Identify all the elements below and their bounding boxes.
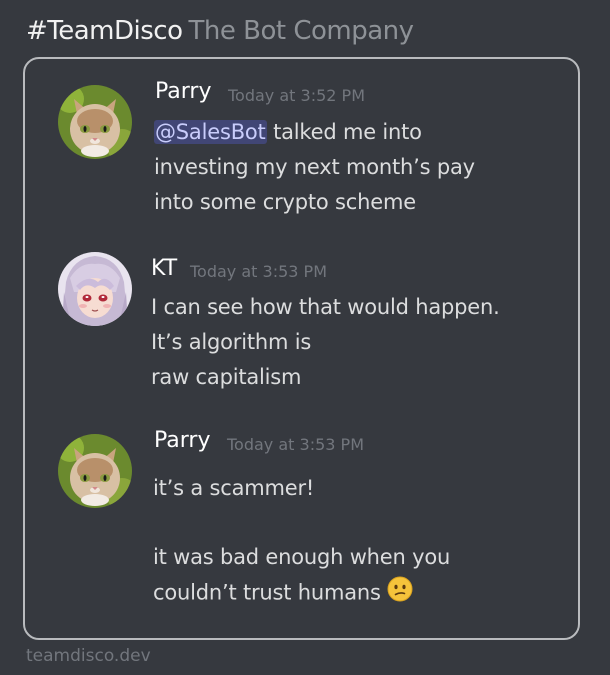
message-line: it was bad enough when you — [153, 545, 451, 569]
author-name[interactable]: KT — [151, 256, 177, 281]
message-text: talked me into — [266, 120, 422, 144]
author-name[interactable]: Parry — [154, 428, 210, 453]
cat-avatar[interactable] — [58, 85, 132, 159]
message-line: investing my next month’s pay — [154, 155, 475, 179]
message-line: it’s a scammer! — [153, 476, 315, 500]
message-line: It’s algorithm is — [151, 330, 312, 354]
cat-avatar[interactable] — [58, 434, 132, 508]
brand-subtitle: The Bot Company — [188, 16, 415, 46]
anime-girl-avatar[interactable] — [58, 252, 132, 326]
brand-header: #TeamDisco The Bot Company — [26, 16, 414, 52]
message-line: @SalesBot talked me into — [154, 120, 422, 144]
author-name[interactable]: Parry — [155, 79, 211, 104]
message-timestamp[interactable]: Today at 3:53 PM — [227, 435, 364, 454]
message-line: couldn’t trust humans — [153, 576, 413, 607]
chat-card: Parry Today at 3:52 PM @SalesBot talked … — [23, 57, 580, 640]
message-line: raw capitalism — [151, 365, 302, 389]
message-timestamp[interactable]: Today at 3:52 PM — [228, 86, 365, 105]
message-line: I can see how that would happen. — [151, 295, 500, 319]
user-mention[interactable]: @SalesBot — [154, 120, 267, 144]
brand-name: #TeamDisco — [26, 16, 183, 46]
confused-face-emoji — [387, 576, 413, 607]
message-timestamp[interactable]: Today at 3:53 PM — [190, 262, 327, 281]
site-url: teamdisco.dev — [26, 646, 151, 666]
message-text: couldn’t trust humans — [153, 580, 381, 605]
message-line: into some crypto scheme — [154, 190, 416, 214]
